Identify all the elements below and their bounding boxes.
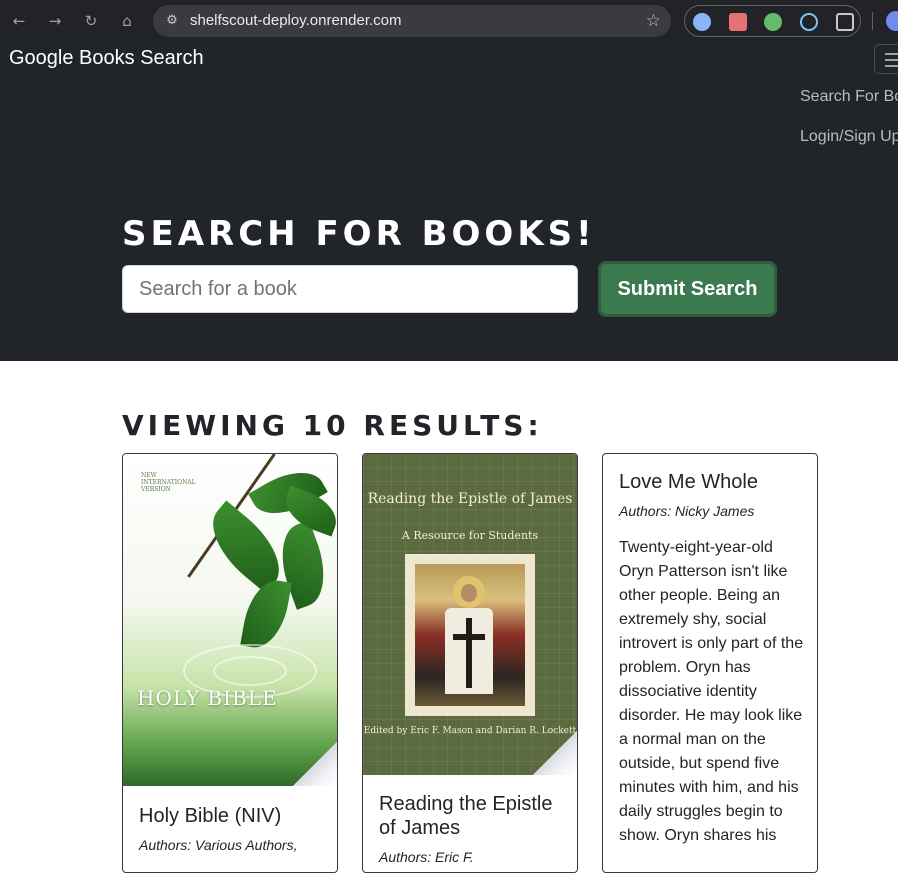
extension-icon[interactable] [764,13,782,31]
cover-art-ripple [213,656,287,686]
extension-icon[interactable] [729,13,747,31]
toolbar-divider [872,12,873,30]
home-icon[interactable]: ⌂ [116,10,138,32]
browser-toolbar: ← → ↻ ⌂ ⚙ shelfscout-deploy.onrender.com… [0,0,898,42]
results-heading: Viewing 10 results: [122,409,543,442]
cover-art-icon [415,564,525,706]
page-curl-icon [533,731,577,775]
profile-avatar[interactable] [886,11,898,31]
book-authors: Authors: Nicky James [619,503,755,519]
arrow-left-icon[interactable]: ← [8,10,30,32]
navbar-brand[interactable]: Google Books Search [9,46,204,70]
cover-art-leaf [196,500,296,594]
search-input[interactable] [122,265,578,313]
book-title: Holy Bible (NIV) [139,805,282,827]
page-curl-icon [293,742,337,786]
cover-art-stole [466,618,472,688]
book-card: NEW INTERNATIONAL VERSION HOLY BIBLE Hol… [122,453,338,873]
cover-title: HOLY BIBLE [137,686,278,710]
arrow-right-icon[interactable]: → [44,10,66,32]
address-bar[interactable]: ⚙ shelfscout-deploy.onrender.com ☆ [153,5,671,37]
book-description: Twenty-eight-year-old Oryn Patterson isn… [619,539,804,844]
cover-subtitle: A Resource for Students [401,529,539,542]
hamburger-icon-line [885,65,898,67]
cover-art-face [461,584,477,602]
site-header: Google Books Search Search For Books Log… [0,42,898,361]
nav-link-search[interactable]: Search For Books [800,87,898,107]
nav-link-login[interactable]: Login/Sign Up [800,127,898,147]
book-title: Reading the Epistle of James [379,793,553,839]
cover-art-leaf [240,576,292,652]
book-cover-image: Reading the Epistle of James A Resource … [363,454,577,775]
puzzle-icon[interactable] [836,13,854,31]
star-icon[interactable]: ☆ [646,11,661,31]
tune-icon[interactable]: ⚙ [163,12,181,30]
book-authors: Authors: Various Authors, [139,837,298,853]
url-text[interactable]: shelfscout-deploy.onrender.com [190,12,402,30]
card-body: Love Me Whole Authors: Nicky James Twent… [619,470,805,848]
book-authors: Authors: Eric F. [379,849,474,865]
navbar-toggler-button[interactable] [874,44,898,74]
book-cover-image: NEW INTERNATIONAL VERSION HOLY BIBLE [123,454,337,786]
reload-icon[interactable]: ↻ [80,10,102,32]
cover-subtitle: NEW INTERNATIONAL VERSION [141,472,196,493]
cover-art-frame [405,554,535,716]
submit-search-button[interactable]: Submit Search [598,261,777,317]
book-card: Love Me Whole Authors: Nicky James Twent… [602,453,818,873]
extension-icon[interactable] [693,13,711,31]
card-body: Holy Bible (NIV) Authors: Various Author… [139,804,325,854]
react-icon[interactable] [800,13,818,31]
cover-title: Reading the Epistle of James [367,491,573,507]
extensions-area [684,5,861,37]
cover-art-stole-bar [453,634,485,640]
hamburger-icon-line [885,59,898,61]
book-card: Reading the Epistle of James A Resource … [362,453,578,873]
hamburger-icon [885,53,898,55]
page-title: Search for Books! [122,214,596,254]
book-title: Love Me Whole [619,471,758,493]
